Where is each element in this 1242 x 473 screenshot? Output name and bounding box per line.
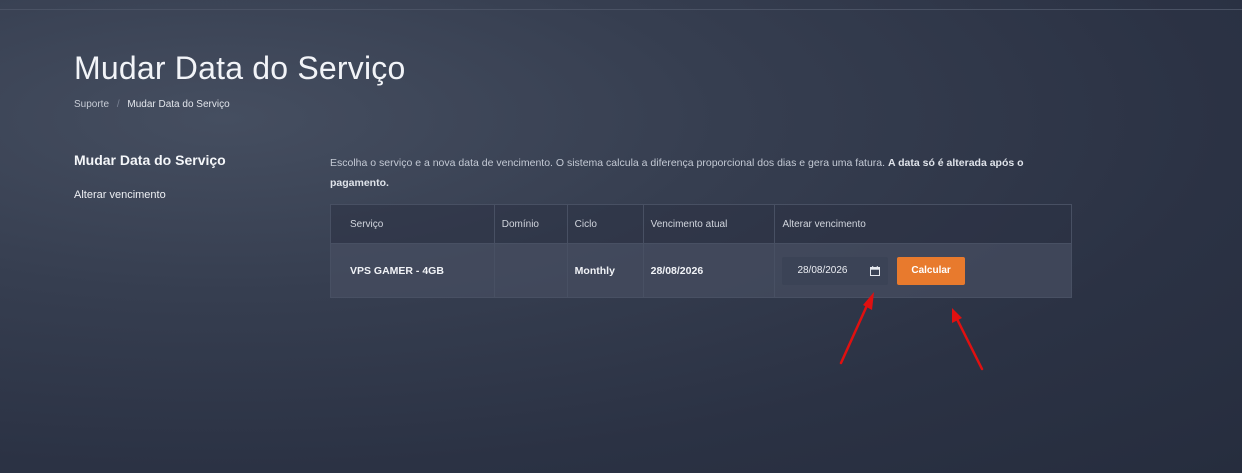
column-header-ciclo: Ciclo xyxy=(566,204,644,244)
top-divider xyxy=(0,9,1242,10)
breadcrumb-item-current: Mudar Data do Serviço xyxy=(127,99,230,110)
sidebar: Mudar Data do Serviço Alterar vencimento xyxy=(74,152,294,201)
services-table: Serviço Domínio Ciclo Vencimento atual A… xyxy=(330,204,1072,298)
breadcrumb-separator: / xyxy=(116,99,120,110)
description: Escolha o serviço e a nova data de venci… xyxy=(330,153,1075,193)
new-due-date-value: 28/08/2026 xyxy=(797,265,848,276)
annotation-arrow-date-input xyxy=(839,292,874,365)
new-due-date-input[interactable]: 28/08/2026 xyxy=(782,256,889,285)
cell-actions: 28/08/2026 Calcular xyxy=(774,243,1072,298)
column-header-servico: Serviço xyxy=(330,204,495,244)
description-text: Escolha o serviço e a nova data de venci… xyxy=(330,157,888,169)
page-title: Mudar Data do Serviço xyxy=(74,50,406,86)
column-header-dominio: Domínio xyxy=(493,204,568,244)
cell-current-due: 28/08/2026 xyxy=(642,243,776,298)
annotation-arrow-calc-button xyxy=(952,308,984,371)
calculate-button[interactable]: Calcular xyxy=(897,256,965,285)
breadcrumb: Suporte / Mudar Data do Serviço xyxy=(74,99,230,110)
cell-cycle: Monthly xyxy=(566,243,644,298)
column-header-alterar-vencimento: Alterar vencimento xyxy=(774,204,1072,244)
breadcrumb-item-suporte[interactable]: Suporte xyxy=(74,99,109,110)
cell-domain xyxy=(493,243,568,298)
sidebar-item-alterar-vencimento[interactable]: Alterar vencimento xyxy=(74,189,294,201)
column-header-vencimento-atual: Vencimento atual xyxy=(642,204,776,244)
table-row: VPS GAMER - 4GB Monthly 28/08/2026 28/08… xyxy=(330,243,1072,298)
calendar-icon[interactable] xyxy=(870,265,881,276)
sidebar-title: Mudar Data do Serviço xyxy=(74,152,226,168)
table-header-row: Serviço Domínio Ciclo Vencimento atual A… xyxy=(330,204,1072,244)
cell-service: VPS GAMER - 4GB xyxy=(330,243,495,298)
